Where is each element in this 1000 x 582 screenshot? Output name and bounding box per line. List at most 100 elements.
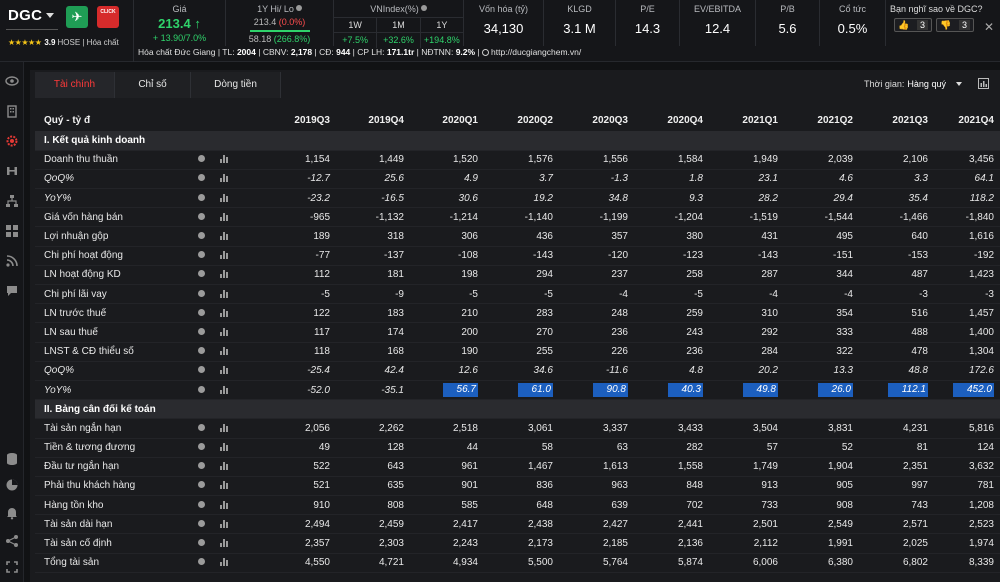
eye-icon[interactable] <box>5 74 19 88</box>
bar-chart-icon[interactable] <box>220 558 228 567</box>
table-row[interactable]: YoY% -23.2 -16.5 30.6 19.2 34.8 9.3 28.2 29.4 35.… <box>35 188 1000 209</box>
bar-chart-icon[interactable] <box>220 347 228 356</box>
info-icon[interactable] <box>295 5 302 11</box>
info-icon[interactable] <box>198 519 205 527</box>
bar-chart-icon[interactable] <box>220 500 228 509</box>
table-row[interactable]: LN sau thuế 117 174 200 270 236 243 292 333 488 1,… <box>35 322 1000 343</box>
table-row[interactable]: Tổng tài sản 4,550 4,721 4,934 5,500 5,764 5,8… <box>35 553 1000 573</box>
building-icon[interactable] <box>5 104 19 118</box>
info-icon[interactable] <box>198 443 205 451</box>
info-icon[interactable] <box>198 385 205 393</box>
table-row[interactable]: Đầu tư ngắn hạn 522 643 961 1,467 1,613 1,558 1… <box>35 457 1000 477</box>
info-icon[interactable] <box>198 327 205 335</box>
table-row[interactable]: QoQ% -12.7 25.6 4.9 3.7 -1.3 1.8 23.1 4.6 3.3 64.1 <box>35 169 1000 190</box>
info-icon[interactable] <box>198 212 205 220</box>
sitemap-icon[interactable] <box>5 194 19 208</box>
info-icon[interactable] <box>198 462 205 470</box>
bar-chart-icon[interactable] <box>220 443 228 452</box>
info-icon[interactable] <box>198 232 205 240</box>
table-row[interactable]: Giá vốn hàng bán -965 -1,132 -1,214 -1,140 -1… <box>35 207 1000 228</box>
table-row[interactable]: LN trước thuế 122 183 210 283 248 259 310 354 516… <box>35 303 1000 324</box>
tab-financials[interactable]: Tài chính <box>35 72 115 98</box>
info-icon[interactable] <box>198 481 205 489</box>
info-icon[interactable] <box>198 539 205 547</box>
table-row[interactable]: YoY% -52.0 -35.1 56.7 61.0 90.8 40.3 49.8 26.0 11… <box>35 380 1000 401</box>
info-icon[interactable] <box>198 270 205 278</box>
info-icon[interactable] <box>420 5 427 11</box>
bar-chart-icon[interactable] <box>220 385 228 394</box>
ticker-symbol[interactable]: DGC <box>8 7 42 24</box>
expand-icon[interactable] <box>5 560 19 574</box>
table-row[interactable]: Chi phí lãi vay -5 -9 -5 -5 -4 -5 -4 -4 -3 -3 <box>35 284 1000 305</box>
table-row[interactable]: Tài sản dài hạn 2,494 2,459 2,417 2,438 2,427… <box>35 514 1000 535</box>
bar-chart-icon[interactable] <box>220 232 228 241</box>
bar-chart-icon[interactable] <box>220 174 228 183</box>
table-row[interactable]: Tài sản cố định 2,357 2,303 2,243 2,173 2,185… <box>35 533 1000 554</box>
period-value[interactable]: Hàng quý <box>907 79 946 89</box>
website-link[interactable]: http://ducgiangchem.vn/ <box>491 47 581 57</box>
vote-up-button[interactable]: 👍 3 <box>894 18 932 32</box>
chevron-down-icon[interactable] <box>955 82 962 86</box>
plane-badge-icon[interactable]: ✈ <box>66 6 88 28</box>
info-icon[interactable] <box>198 366 205 374</box>
table-row[interactable]: Hàng tồn kho 910 808 585 648 639 702 733 908 743 1… <box>35 495 1000 516</box>
bar-chart-icon[interactable] <box>220 289 228 298</box>
table-row[interactable]: Tiền & tương đương 49 128 44 58 63 282 57 52 81 12… <box>35 438 1000 458</box>
bar-chart-icon[interactable] <box>220 519 228 528</box>
volume-cell: KLGD 3.1 M <box>544 0 616 46</box>
bar-chart-icon[interactable] <box>220 481 228 490</box>
bar-chart-icon[interactable] <box>220 212 228 221</box>
bar-chart-icon[interactable] <box>220 270 228 279</box>
table-row[interactable]: Phải thu khách hàng 521 635 901 836 963 848 913… <box>35 476 1000 497</box>
comment-icon[interactable] <box>5 284 19 298</box>
table-row[interactable]: Chi phí hoạt động -77 -137 -108 -143 -120 -123… <box>35 246 1000 266</box>
table-row[interactable]: LNST & CĐ thiểu số 118 168 190 255 226 236 284 3… <box>35 342 1000 362</box>
info-icon[interactable] <box>198 558 205 566</box>
table-cell: 648 <box>484 495 559 516</box>
bar-chart-icon[interactable] <box>220 193 228 202</box>
bell-icon[interactable] <box>5 506 19 520</box>
bar-chart-icon[interactable] <box>220 327 228 336</box>
info-icon[interactable] <box>198 423 205 431</box>
table-row[interactable]: Tài sản ngắn hạn 2,056 2,262 2,518 3,061 3,33… <box>35 418 1000 439</box>
info-icon[interactable] <box>198 308 205 316</box>
click-badge-icon[interactable]: CLICK <box>97 6 119 28</box>
bar-chart-icon[interactable] <box>220 539 228 548</box>
bar-chart-icon[interactable] <box>220 462 228 471</box>
table-cell: 1,520 <box>410 150 484 170</box>
info-icon[interactable] <box>198 500 205 508</box>
info-icon[interactable] <box>198 251 205 259</box>
scale-icon[interactable] <box>5 164 19 178</box>
tab-ratios[interactable]: Chỉ số <box>115 72 191 98</box>
grid-icon[interactable] <box>5 224 19 238</box>
pie-icon[interactable] <box>5 478 19 492</box>
gear-icon[interactable] <box>5 134 19 148</box>
table-row[interactable]: Lợi nhuận gộp 189 318 306 436 357 380 431 495 640… <box>35 226 1000 247</box>
vote-down-button[interactable]: 👎 3 <box>936 18 974 32</box>
period-selector[interactable]: Thời gian: Hàng quý <box>864 79 962 89</box>
chevron-down-icon[interactable] <box>46 13 54 18</box>
info-icon[interactable] <box>198 347 205 355</box>
table-row[interactable]: QoQ% -25.4 42.4 12.6 34.6 -11.6 4.8 20.2 13.3 48.… <box>35 361 1000 381</box>
bar-chart-icon[interactable] <box>220 251 228 260</box>
bar-chart-icon[interactable] <box>220 366 228 375</box>
info-icon[interactable] <box>198 155 205 163</box>
tab-cashflow[interactable]: Dòng tiền <box>191 72 281 98</box>
table-row[interactable]: LN hoạt động KD 112 181 198 294 237 258 287 344 4… <box>35 265 1000 286</box>
share-icon[interactable] <box>5 534 19 548</box>
export-icon[interactable] <box>978 78 989 89</box>
rss-icon[interactable] <box>5 254 19 268</box>
info-icon[interactable] <box>198 174 205 182</box>
bar-chart-icon[interactable] <box>220 308 228 317</box>
database-icon[interactable] <box>5 452 19 466</box>
table-cell: 112 <box>262 265 336 286</box>
info-icon[interactable] <box>198 193 205 201</box>
close-icon[interactable]: ✕ <box>984 20 994 34</box>
bar-chart-icon[interactable] <box>220 423 228 432</box>
table-row[interactable]: Doanh thu thuần 1,154 1,449 1,520 1,576 1,556… <box>35 150 1000 170</box>
table-cell: 5,764 <box>559 553 634 573</box>
table-cell: 248 <box>559 303 634 324</box>
info-icon[interactable] <box>198 289 205 297</box>
bar-chart-icon[interactable] <box>220 155 228 164</box>
hi-value: 213.4 (0.0%) <box>253 17 306 27</box>
